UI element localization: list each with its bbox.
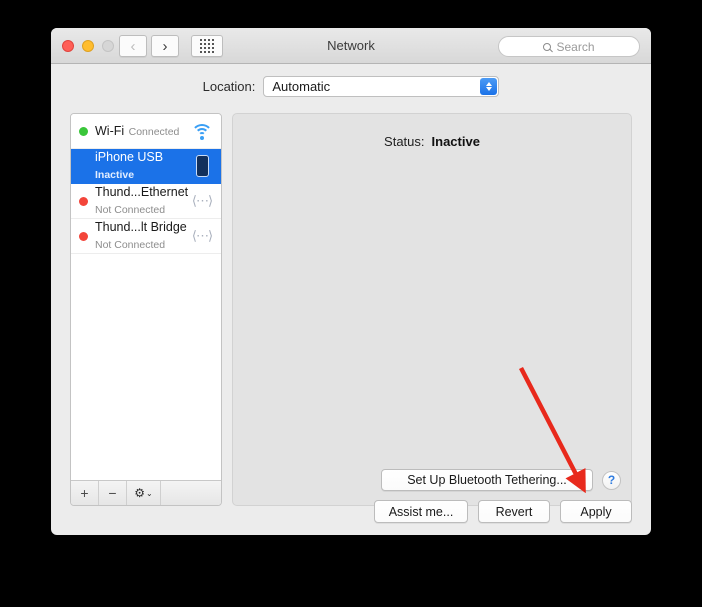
tether-row: Set Up Bluetooth Tethering... ?	[233, 469, 631, 491]
status-label: Status:	[384, 134, 425, 149]
assist-me-label: Assist me...	[388, 504, 454, 519]
remove-interface-button[interactable]: −	[99, 481, 127, 505]
interface-list[interactable]: Wi-Fi Connected iPhone USB Inactive Thun…	[71, 114, 221, 480]
status-dot-green	[79, 126, 88, 136]
window-action-bar: Assist me... Revert Apply	[374, 500, 632, 523]
wifi-icon	[189, 123, 215, 140]
list-item-name: Thund...Ethernet	[95, 185, 189, 200]
location-select[interactable]: Automatic	[263, 76, 500, 97]
window-titlebar: ‹ › Network Search	[51, 28, 651, 64]
revert-button[interactable]: Revert	[478, 500, 550, 523]
status-row: Status: Inactive	[233, 134, 631, 149]
iphone-icon	[189, 155, 215, 177]
add-interface-button[interactable]: +	[71, 481, 99, 505]
minus-icon: −	[108, 485, 117, 501]
thunderbolt-icon: ⟨⋯⟩	[191, 228, 213, 243]
help-button[interactable]: ?	[602, 470, 621, 490]
list-item-iphone-usb[interactable]: iPhone USB Inactive	[71, 149, 221, 184]
revert-label: Revert	[495, 504, 533, 519]
gear-icon: ⚙	[134, 486, 146, 500]
search-icon	[543, 42, 552, 51]
list-item-thunderbolt-bridge[interactable]: Thund...lt Bridge Not Connected ⟨⋯⟩	[71, 219, 221, 254]
tether-button-label: Set Up Bluetooth Tethering...	[407, 473, 567, 487]
plus-icon: +	[80, 485, 89, 501]
status-dot-red	[79, 196, 88, 206]
chevron-updown-icon[interactable]	[480, 78, 498, 95]
interface-actions-button[interactable]: ⚙ ⌄	[127, 481, 161, 505]
status-dot-none	[79, 162, 88, 171]
assist-me-button[interactable]: Assist me...	[374, 500, 468, 523]
interface-detail-panel: Status: Inactive Set Up Bluetooth Tether…	[232, 113, 632, 506]
list-item-status: Connected	[128, 125, 180, 138]
sidebar-toolbar: + − ⚙ ⌄	[71, 480, 221, 505]
thunderbolt-icon: ⟨⋯⟩	[191, 193, 213, 208]
list-item-thunderbolt-ethernet[interactable]: Thund...Ethernet Not Connected ⟨⋯⟩	[71, 184, 221, 219]
list-item-name: iPhone USB	[95, 150, 164, 165]
status-badge: Inactive	[431, 134, 480, 149]
location-label: Location:	[202, 79, 256, 94]
status-dot-red	[79, 231, 88, 241]
list-item-name: Wi-Fi	[95, 123, 125, 138]
search-input[interactable]: Search	[498, 36, 640, 57]
screen: ‹ › Network Search Location: Automatic W…	[0, 0, 702, 607]
question-mark-icon: ?	[607, 473, 616, 487]
list-item-status: Not Connected	[95, 204, 166, 216]
list-item-name: Thund...lt Bridge	[95, 220, 187, 235]
chevron-down-icon: ⌄	[146, 488, 153, 498]
apply-button[interactable]: Apply	[560, 500, 632, 523]
apply-label: Apply	[580, 504, 612, 519]
list-item-status: Inactive	[95, 169, 135, 181]
search-placeholder: Search	[556, 39, 595, 54]
location-row: Location: Automatic	[51, 76, 651, 97]
list-item-status: Not Connected	[95, 239, 166, 251]
list-item-wifi[interactable]: Wi-Fi Connected	[71, 114, 221, 149]
set-up-bluetooth-tethering-button[interactable]: Set Up Bluetooth Tethering...	[381, 469, 593, 491]
location-value: Automatic	[272, 79, 331, 94]
sidebar-toolbar-filler	[161, 481, 221, 505]
interface-sidebar: Wi-Fi Connected iPhone USB Inactive Thun…	[70, 113, 222, 506]
network-preferences-window: ‹ › Network Search Location: Automatic W…	[51, 28, 651, 535]
